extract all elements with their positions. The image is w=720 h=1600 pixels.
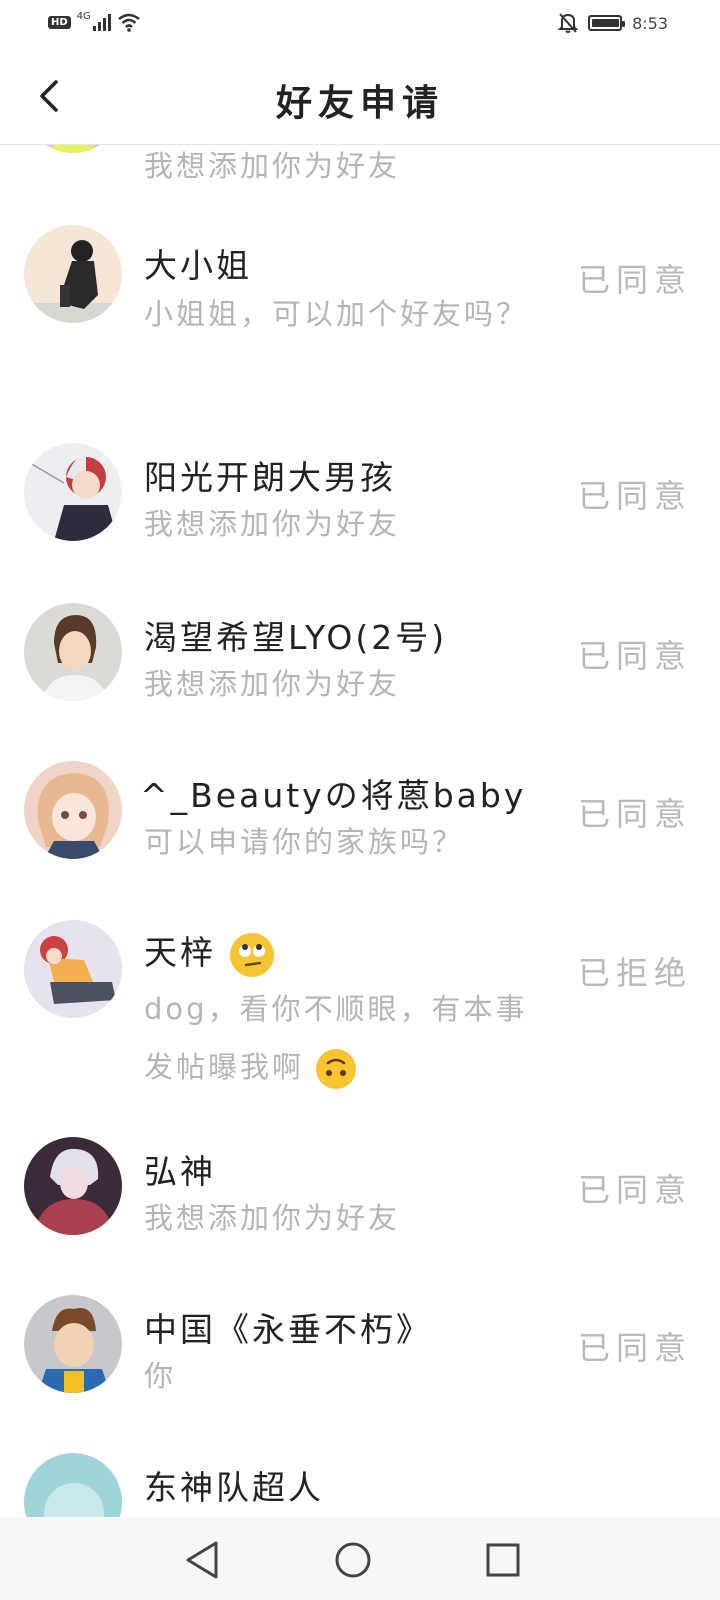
request-message: 我想添加你为好友 bbox=[144, 507, 401, 541]
request-row[interactable]: 大小姐 小姐姐，可以加个好友吗？ 已同意 bbox=[0, 225, 720, 425]
request-row[interactable]: 阳光开朗大男孩 我想添加你为好友 已同意 bbox=[0, 443, 720, 583]
request-name: 弘神 bbox=[144, 1152, 216, 1191]
request-status: 已同意 bbox=[577, 795, 692, 833]
request-row[interactable]: ^_Beautyの将蒽baby 可以申请你的家族吗？ 已同意 bbox=[0, 761, 720, 901]
avatar[interactable] bbox=[24, 1137, 122, 1235]
avatar[interactable] bbox=[24, 145, 122, 153]
request-row[interactable]: 我想添加你为好友 bbox=[0, 145, 720, 195]
header: 好友申请 bbox=[0, 48, 720, 145]
page-title: 好友申请 bbox=[275, 83, 444, 124]
request-name: ^_Beautyの将蒽baby bbox=[140, 776, 527, 815]
request-row[interactable]: 天梓 dog，看你不顺眼，有本事发帖曝我啊 已拒绝 bbox=[0, 920, 720, 1120]
request-name: 阳光开朗大男孩 bbox=[144, 458, 396, 497]
request-name: 天梓 bbox=[144, 926, 274, 977]
signal-icon bbox=[92, 13, 111, 31]
request-message: dog，看你不顺眼，有本事发帖曝我啊 bbox=[144, 980, 534, 1096]
status-right: 8:53 bbox=[558, 12, 668, 34]
request-row[interactable]: 东神队超人 bbox=[0, 1453, 720, 1517]
status-bar: HD 4G 8:53 bbox=[0, 0, 720, 48]
request-status: 已同意 bbox=[577, 1329, 692, 1367]
request-name: 渴望希望LYO(2号) bbox=[144, 618, 448, 657]
request-row[interactable]: 弘神 我想添加你为好友 已同意 bbox=[0, 1137, 720, 1277]
request-name: 东神队超人 bbox=[144, 1468, 324, 1507]
name-text: 天梓 bbox=[144, 933, 216, 972]
clock: 8:53 bbox=[632, 13, 668, 33]
request-row[interactable]: 中国《永垂不朽》 你 已同意 bbox=[0, 1295, 720, 1435]
avatar[interactable] bbox=[24, 920, 122, 1018]
friend-request-list[interactable]: 我想添加你为好友 大小姐 小姐姐，可以加个好友吗？ 已同意 阳光开朗大男孩 我想… bbox=[0, 145, 720, 1517]
system-nav-bar bbox=[0, 1517, 720, 1600]
request-status: 已同意 bbox=[577, 477, 692, 515]
wifi-icon bbox=[118, 13, 140, 32]
battery-level bbox=[592, 19, 620, 27]
eye-roll-emoji bbox=[229, 932, 274, 977]
square-recents-icon[interactable] bbox=[480, 1537, 526, 1583]
request-status: 已同意 bbox=[577, 1171, 692, 1209]
request-status: 已同意 bbox=[577, 637, 692, 675]
hd-icon: HD bbox=[48, 15, 71, 29]
mute-bell-icon bbox=[558, 13, 579, 33]
request-name: 大小姐 bbox=[144, 246, 252, 285]
network-type: 4G bbox=[76, 10, 91, 22]
status-left: HD 4G bbox=[48, 10, 141, 32]
request-message: 我想添加你为好友 bbox=[144, 1201, 401, 1235]
request-row[interactable]: 渴望希望LYO(2号) 我想添加你为好友 已同意 bbox=[0, 603, 720, 743]
request-name: 中国《永垂不朽》 bbox=[144, 1310, 432, 1349]
avatar[interactable] bbox=[24, 603, 122, 701]
avatar[interactable] bbox=[24, 1453, 122, 1517]
avatar[interactable] bbox=[24, 225, 122, 323]
request-status: 已同意 bbox=[577, 261, 692, 299]
upside-down-face-emoji bbox=[316, 1049, 357, 1089]
avatar[interactable] bbox=[24, 1295, 122, 1393]
request-message: 我想添加你为好友 bbox=[144, 667, 401, 701]
request-status: 已拒绝 bbox=[577, 954, 692, 992]
avatar[interactable] bbox=[24, 443, 122, 541]
circle-home-icon[interactable] bbox=[330, 1537, 376, 1583]
request-message: 可以申请你的家族吗？ bbox=[144, 825, 465, 859]
battery-icon bbox=[588, 15, 626, 31]
request-message: 我想添加你为好友 bbox=[144, 149, 401, 183]
request-message: 小姐姐，可以加个好友吗？ bbox=[144, 297, 529, 331]
request-message: 你 bbox=[144, 1359, 177, 1393]
avatar[interactable] bbox=[24, 761, 122, 859]
triangle-back-icon[interactable] bbox=[180, 1537, 226, 1583]
